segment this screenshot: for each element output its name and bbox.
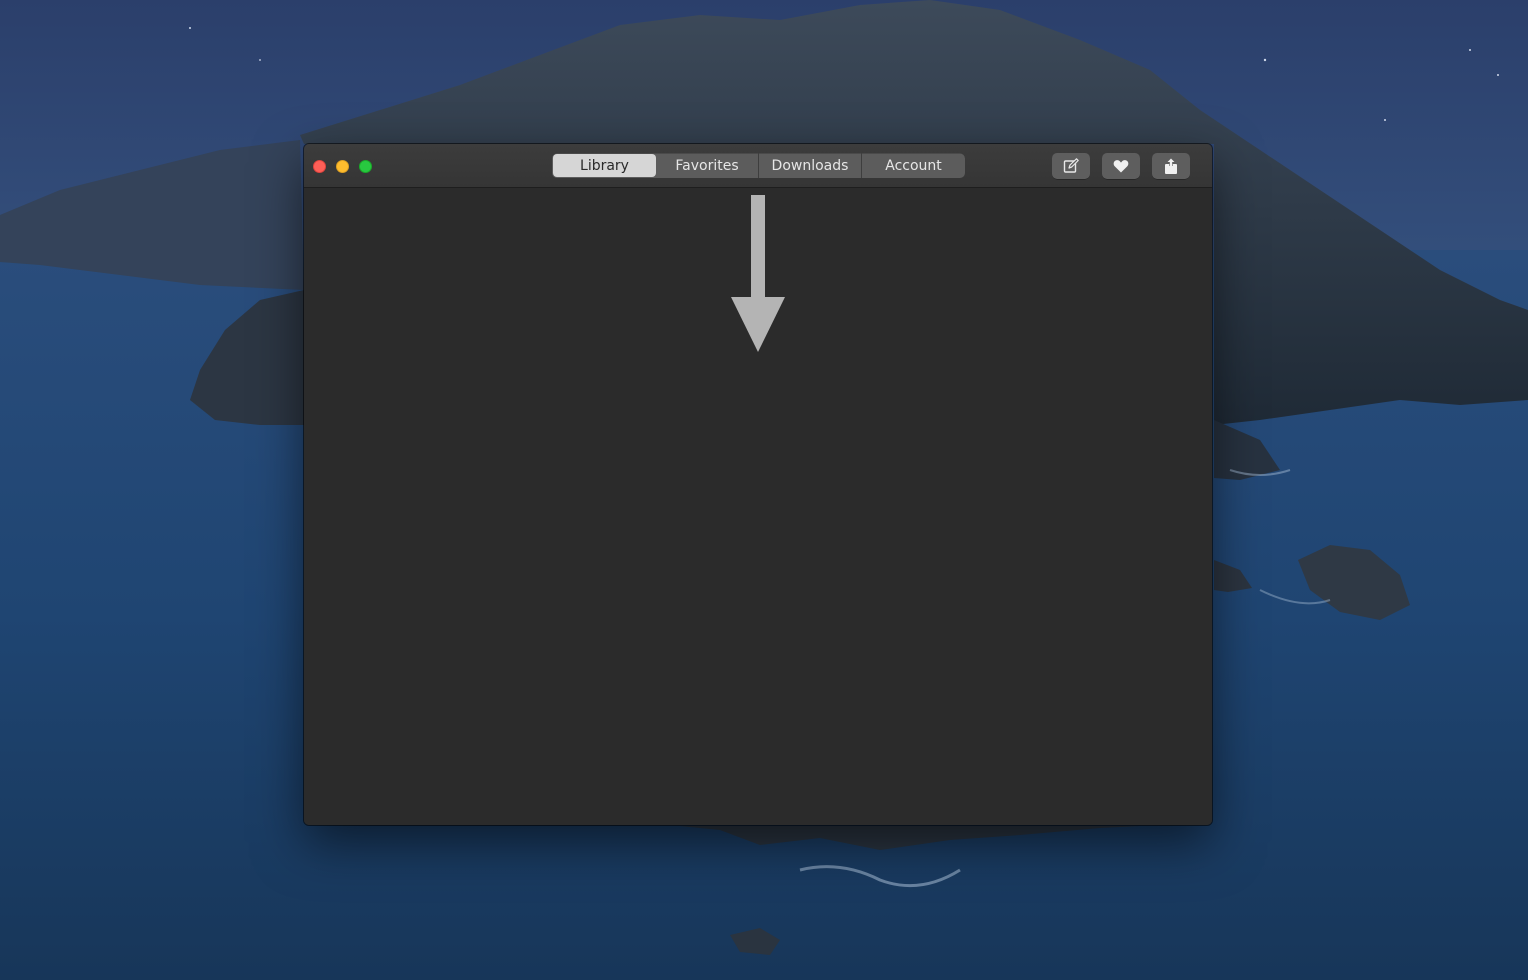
desktop: Library Favorites Downloads Account	[0, 0, 1528, 980]
tab-library[interactable]: Library	[553, 154, 656, 177]
app-window: Library Favorites Downloads Account	[304, 144, 1212, 825]
title-bar: Library Favorites Downloads Account	[304, 144, 1212, 188]
content-area	[304, 188, 1212, 825]
compose-button[interactable]	[1052, 153, 1090, 179]
compose-icon	[1063, 158, 1079, 173]
tab-downloads[interactable]: Downloads	[759, 153, 862, 178]
down-arrow-icon	[731, 195, 785, 352]
tab-favorites[interactable]: Favorites	[656, 153, 759, 178]
zoom-window-button[interactable]	[359, 160, 372, 173]
heart-icon	[1113, 160, 1129, 173]
tab-segmented-control: Library Favorites Downloads Account	[552, 153, 965, 178]
favorite-button[interactable]	[1102, 153, 1140, 179]
share-icon	[1165, 158, 1177, 174]
close-window-button[interactable]	[313, 160, 326, 173]
tab-account[interactable]: Account	[862, 153, 965, 178]
share-button[interactable]	[1152, 153, 1190, 179]
minimize-window-button[interactable]	[336, 160, 349, 173]
